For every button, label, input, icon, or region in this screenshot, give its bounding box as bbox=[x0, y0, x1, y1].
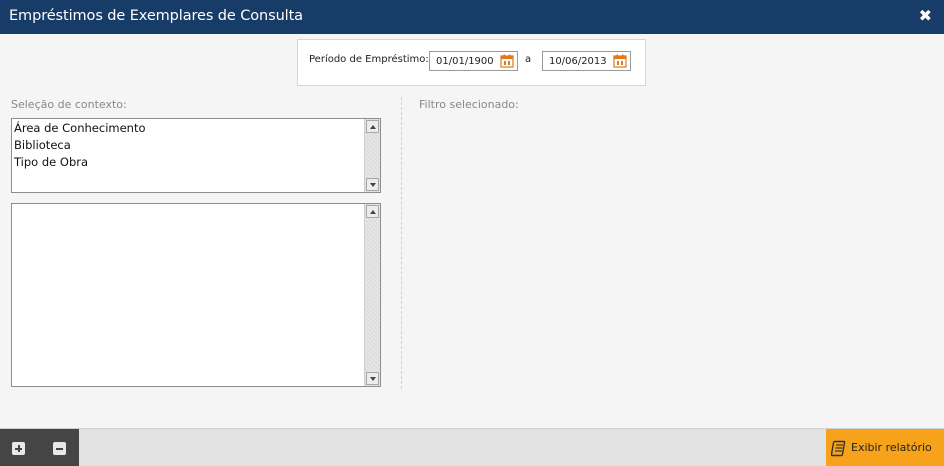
close-icon[interactable]: ✖ bbox=[919, 7, 932, 25]
scroll-up-icon[interactable] bbox=[366, 205, 379, 218]
filter-label: Filtro selecionado: bbox=[419, 98, 519, 111]
context-options-list[interactable]: Área de Conhecimento Biblioteca Tipo de … bbox=[11, 118, 381, 193]
start-date-input[interactable] bbox=[430, 52, 498, 70]
end-date-input[interactable] bbox=[543, 52, 611, 70]
period-separator: a bbox=[525, 54, 532, 65]
context-option-tipo-obra[interactable]: Tipo de Obra bbox=[14, 154, 364, 171]
start-date-field[interactable] bbox=[429, 51, 518, 71]
footer-bar: Exibir relatório bbox=[0, 428, 944, 466]
scroll-up-icon[interactable] bbox=[366, 120, 379, 133]
window-titlebar: Empréstimos de Exemplares de Consulta ✖ bbox=[0, 0, 944, 34]
footer-tools bbox=[0, 429, 79, 466]
panel-divider bbox=[401, 97, 402, 389]
period-panel: Período de Empréstimo: a bbox=[297, 39, 646, 86]
report-icon bbox=[831, 440, 846, 457]
scrollbar[interactable] bbox=[364, 204, 380, 386]
show-report-button[interactable]: Exibir relatório bbox=[826, 429, 944, 466]
context-values-list[interactable] bbox=[11, 203, 381, 387]
context-option-area[interactable]: Área de Conhecimento bbox=[14, 120, 364, 137]
context-option-biblioteca[interactable]: Biblioteca bbox=[14, 137, 364, 154]
remove-icon[interactable] bbox=[53, 442, 66, 455]
scroll-down-icon[interactable] bbox=[366, 178, 379, 191]
show-report-label: Exibir relatório bbox=[851, 441, 932, 454]
period-label: Período de Empréstimo: bbox=[309, 54, 429, 65]
scrollbar[interactable] bbox=[364, 119, 380, 192]
scroll-down-icon[interactable] bbox=[366, 372, 379, 385]
window-title: Empréstimos de Exemplares de Consulta bbox=[9, 8, 303, 24]
calendar-icon[interactable] bbox=[613, 54, 627, 68]
context-label: Seleção de contexto: bbox=[11, 98, 127, 111]
end-date-field[interactable] bbox=[542, 51, 631, 71]
add-icon[interactable] bbox=[12, 442, 25, 455]
calendar-icon[interactable] bbox=[500, 54, 514, 68]
